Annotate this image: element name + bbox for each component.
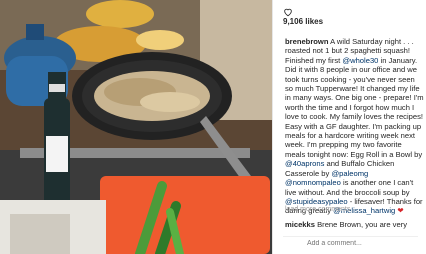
post-photo [0,0,272,254]
caption-text-2: in January. Did it with 8 people in our … [285,55,424,159]
caption-comment: brenebrown A wild Saturday night . . . r… [285,37,424,216]
load-more-comments[interactable]: load more comments [285,206,350,213]
likes-count: 9,106 likes [283,17,324,26]
add-comment-input[interactable] [307,240,417,247]
mention-stupideasypaleo[interactable]: @stupideasypaleo [285,197,348,206]
comment-divider [283,236,418,237]
post-sidebar: 9,106 likes brenebrown A wild Saturday n… [272,0,426,254]
mention-whole30[interactable]: @whole30 [342,56,378,65]
reply-text: Brene Brown, you are very [314,220,407,229]
heart-emoji: ❤ [395,206,404,216]
reply-comment: micekks Brene Brown, you are very [285,220,407,229]
reply-username[interactable]: micekks [285,220,315,229]
heart-icon[interactable] [283,4,293,17]
mention-nomnompaleo[interactable]: @nomnompaleo [285,178,341,187]
mention-paleomg[interactable]: @paleomg [331,169,368,178]
caption-username[interactable]: brenebrown [285,37,328,46]
mention-40aprons[interactable]: @40aprons [285,159,324,168]
